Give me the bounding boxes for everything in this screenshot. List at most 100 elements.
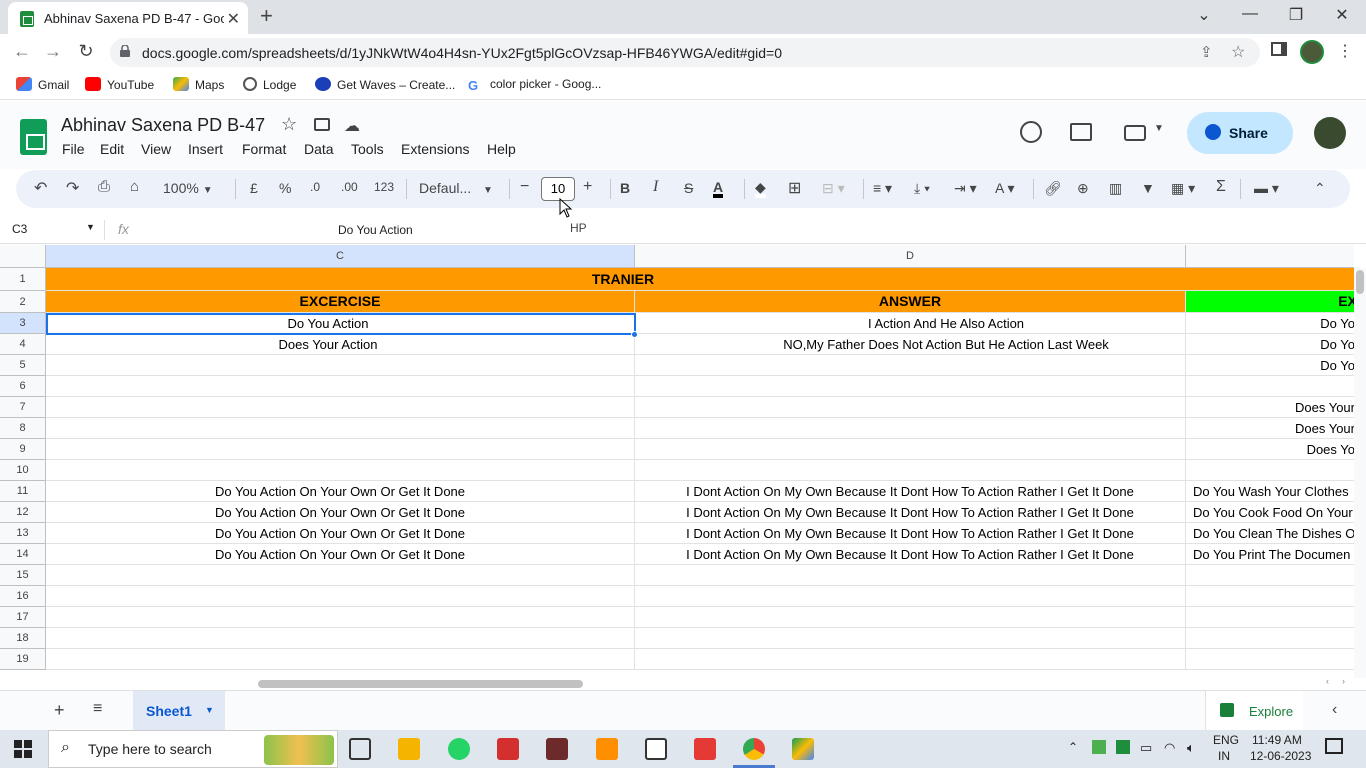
cell-c11[interactable]: Do You Action On Your Own Or Get It Done	[46, 481, 635, 502]
language-indicator-top[interactable]: ENG	[1213, 733, 1239, 747]
increase-font-size-icon[interactable]: +	[583, 178, 592, 196]
merged-title-cell[interactable]: TRANIER	[46, 268, 1200, 291]
bookmark-gmail[interactable]: Gmail	[16, 77, 69, 92]
cell-e11[interactable]: Do You Wash Your Clothes	[1186, 481, 1354, 502]
strikethrough-icon[interactable]: S	[684, 180, 693, 196]
row-header[interactable]: 6	[0, 376, 46, 397]
menu-file[interactable]: File	[62, 141, 85, 157]
meet-icon[interactable]	[1124, 125, 1146, 141]
scroll-left-icon[interactable]: ‹	[1326, 676, 1329, 686]
bold-button[interactable]: B	[620, 180, 630, 196]
row-header[interactable]: 3	[0, 313, 46, 334]
side-panel-toggle-icon[interactable]: ‹	[1332, 701, 1337, 719]
add-sheet-icon[interactable]: +	[54, 700, 65, 721]
unity-icon[interactable]	[645, 738, 667, 760]
cell-d16[interactable]	[635, 586, 1186, 607]
cell-d14[interactable]: I Dont Action On My Own Because It Dont …	[635, 544, 1186, 565]
cell-c17[interactable]	[46, 607, 635, 628]
fill-handle[interactable]	[631, 331, 638, 338]
cell-c7[interactable]	[46, 397, 635, 418]
cell-c15[interactable]	[46, 565, 635, 586]
font-select[interactable]: Defaul... ▼	[419, 180, 493, 196]
sublime-text-icon[interactable]	[596, 738, 618, 760]
cell-e10[interactable]	[1186, 460, 1354, 481]
move-folder-icon[interactable]	[314, 118, 330, 131]
restore-icon[interactable]: ❐	[1284, 5, 1308, 25]
horizontal-align-icon[interactable]: ≡ ▾	[873, 180, 892, 197]
cell-c10[interactable]	[46, 460, 635, 481]
cell-e7[interactable]: Does Your	[1186, 397, 1354, 418]
cell-e19[interactable]	[1186, 649, 1354, 670]
row-header[interactable]: 11	[0, 481, 46, 502]
menu-format[interactable]: Format	[242, 141, 286, 157]
close-tab-icon[interactable]: ✕	[227, 9, 240, 29]
header-cell-excercise[interactable]: EXCERCISE	[46, 291, 635, 313]
cell-c16[interactable]	[46, 586, 635, 607]
borders-icon[interactable]: ⊞	[788, 178, 801, 198]
row-header[interactable]: 9	[0, 439, 46, 460]
new-tab-icon[interactable]: +	[260, 3, 273, 29]
cell-d4[interactable]: NO,My Father Does Not Action But He Acti…	[635, 334, 1186, 355]
name-box-dropdown-icon[interactable]: ▼	[86, 222, 95, 232]
cell-e16[interactable]	[1186, 586, 1354, 607]
cell-d17[interactable]	[635, 607, 1186, 628]
vertical-scroll-thumb[interactable]	[1356, 270, 1364, 294]
cell-c19[interactable]	[46, 649, 635, 670]
header-cell-answer[interactable]: ANSWER	[635, 291, 1186, 313]
star-icon[interactable]: ☆	[281, 114, 297, 135]
text-color-icon[interactable]: A	[713, 180, 724, 198]
bookmark-get-waves[interactable]: Get Waves – Create...	[315, 77, 455, 92]
merge-cells-icon[interactable]: ⊟ ▾	[822, 180, 845, 197]
forward-icon[interactable]: →	[42, 41, 64, 62]
all-sheets-icon[interactable]: ≡	[93, 700, 102, 718]
tray-quickheal-icon[interactable]	[1116, 740, 1130, 754]
cell-c13[interactable]: Do You Action On Your Own Or Get It Done	[46, 523, 635, 544]
anydesk-icon[interactable]	[694, 738, 716, 760]
row-header[interactable]: 7	[0, 397, 46, 418]
row-header[interactable]: 5	[0, 355, 46, 376]
spreadsheet-grid[interactable]: C D 1 2 3 4 5 6 7 8 9 10 11 12 13 14 15 16 17 18 19 TRANIE…	[0, 245, 1354, 678]
cell-d5[interactable]	[635, 355, 1186, 376]
more-formats-button[interactable]: 123	[374, 180, 394, 194]
collapse-menus-icon[interactable]: ⌃	[1314, 180, 1326, 197]
insert-comment-icon[interactable]: ⊕	[1077, 180, 1089, 197]
sheet-tab-dropdown-icon[interactable]: ▼	[205, 705, 214, 715]
decrease-decimal-button[interactable]: .0	[310, 180, 320, 194]
column-header-d[interactable]: D	[635, 245, 1186, 268]
row-header[interactable]: 19	[0, 649, 46, 670]
back-icon[interactable]: ←	[11, 41, 33, 62]
text-rotation-icon[interactable]: A ▾	[995, 180, 1014, 197]
browser-tab[interactable]: Abhinav Saxena PD B-47 - Google Sheets ✕	[8, 2, 248, 34]
insert-chart-icon[interactable]: ▥	[1109, 180, 1122, 197]
version-history-icon[interactable]	[1020, 121, 1042, 143]
task-view-icon[interactable]	[349, 738, 371, 760]
minimize-icon[interactable]: —	[1238, 5, 1262, 23]
redo-icon[interactable]: ↷	[66, 178, 79, 198]
menu-extensions[interactable]: Extensions	[401, 141, 469, 157]
formula-input[interactable]: Do You Action	[338, 223, 413, 237]
clock-time[interactable]: 11:49 AM	[1252, 733, 1302, 747]
tab-search-chevron-icon[interactable]: ⌄	[1192, 5, 1216, 25]
meet-dropdown-icon[interactable]: ▼	[1154, 123, 1164, 134]
cell-d6[interactable]	[635, 376, 1186, 397]
cell-d15[interactable]	[635, 565, 1186, 586]
percent-format-button[interactable]: %	[279, 180, 291, 196]
reload-icon[interactable]: ↻	[75, 41, 97, 62]
cell-e8[interactable]: Does Your	[1186, 418, 1354, 439]
increase-decimal-button[interactable]: .00	[341, 180, 358, 194]
cell-d8[interactable]	[635, 418, 1186, 439]
bookmark-color-picker[interactable]: Gcolor picker - Goog...	[468, 77, 601, 93]
decrease-font-size-icon[interactable]: −	[520, 178, 529, 196]
wifi-icon[interactable]: ◠	[1164, 740, 1175, 756]
google-drive-icon[interactable]	[792, 738, 814, 760]
account-avatar[interactable]	[1314, 117, 1346, 149]
cell-e15[interactable]	[1186, 565, 1354, 586]
cell-d12[interactable]: I Dont Action On My Own Because It Dont …	[635, 502, 1186, 523]
bookmark-maps[interactable]: Maps	[173, 77, 224, 92]
taskbar-search[interactable]: ⌕ Type here to search	[48, 730, 338, 768]
cell-e1[interactable]	[1200, 268, 1354, 291]
cell-c14[interactable]: Do You Action On Your Own Or Get It Done	[46, 544, 635, 565]
windows-start-icon[interactable]	[14, 740, 32, 758]
cell-c3[interactable]: Do You Action	[46, 313, 635, 334]
cell-c12[interactable]: Do You Action On Your Own Or Get It Done	[46, 502, 635, 523]
